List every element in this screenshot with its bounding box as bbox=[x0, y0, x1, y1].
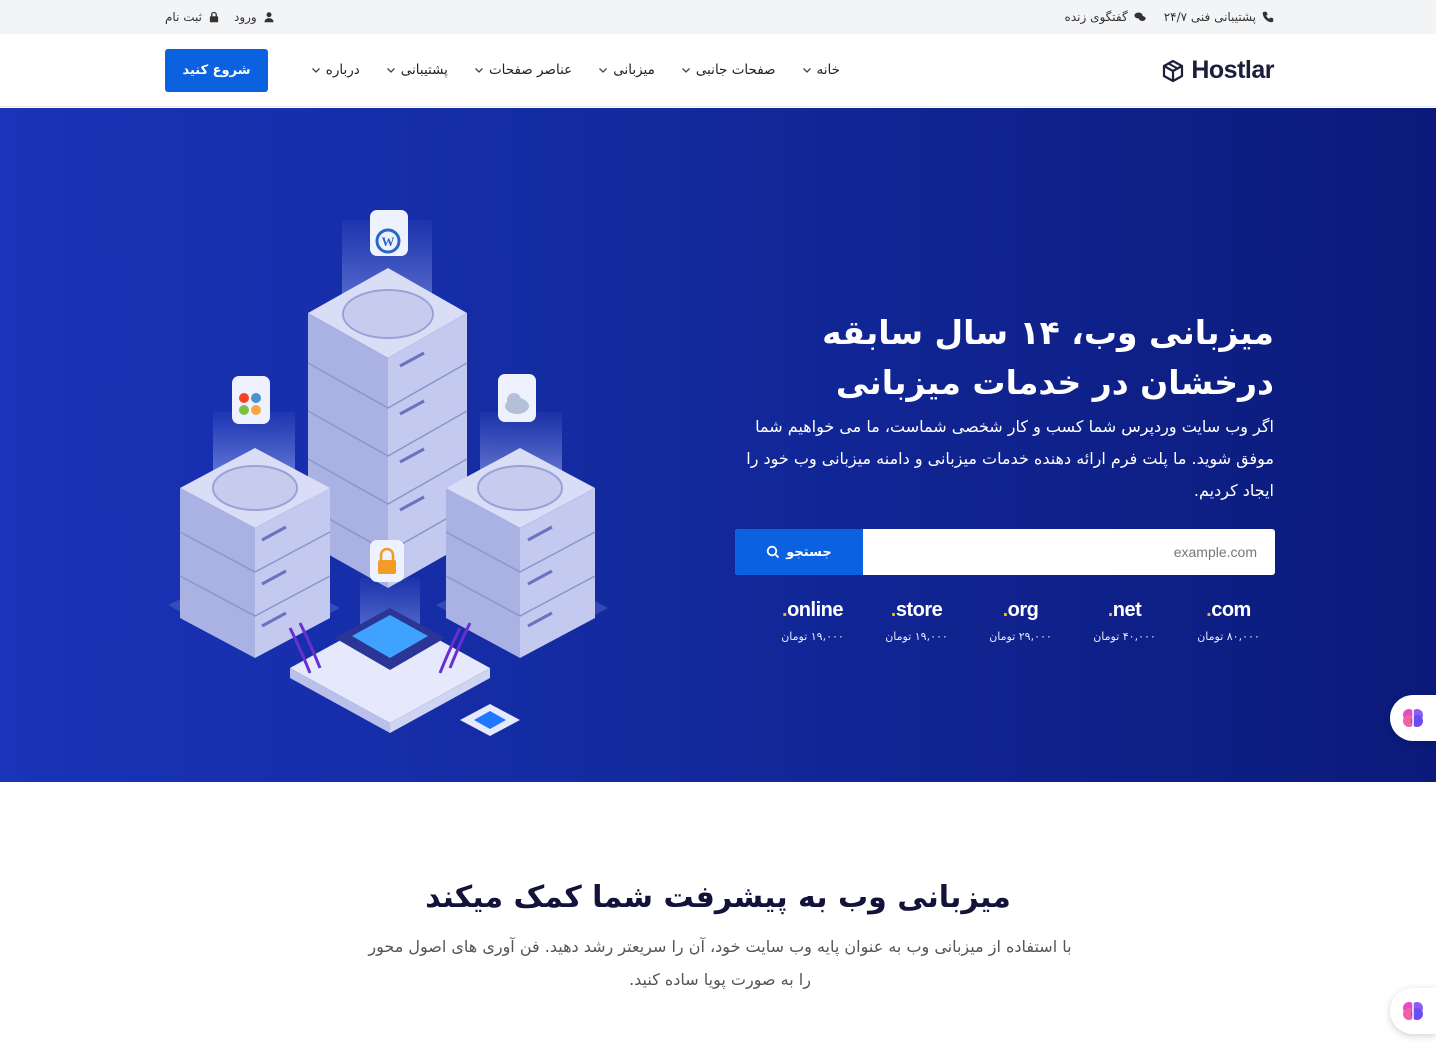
assistant-floating-button[interactable] bbox=[1390, 695, 1436, 741]
domain-price-net[interactable]: .net ۴۰,۰۰۰ تومان bbox=[1089, 599, 1160, 643]
live-chat-label: گفتگوی زنده bbox=[1064, 10, 1128, 24]
menu-item-home[interactable]: خانه bbox=[802, 62, 840, 78]
register-label: ثبت نام bbox=[165, 10, 202, 24]
domain-price-com[interactable]: .com ۸۰,۰۰۰ تومان bbox=[1193, 599, 1264, 643]
cube-logo-icon bbox=[1163, 59, 1184, 82]
register-link[interactable]: ثبت نام bbox=[165, 10, 220, 24]
domain-price: ۸۰,۰۰۰ تومان bbox=[1197, 630, 1260, 643]
section-description: با استفاده از میزبانی وب به عنوان پایه و… bbox=[368, 937, 1072, 989]
hero-title-line2: درخشان در خدمات میزبانی bbox=[835, 363, 1274, 402]
top-bar-contact: پشتیبانی فنی ۲۴/۷ گفتگوی زنده bbox=[1065, 0, 1274, 34]
padlock-icon bbox=[370, 540, 404, 582]
domain-search: جستجو bbox=[735, 529, 1275, 575]
server-tower-left bbox=[179, 448, 331, 658]
chevron-down-icon bbox=[599, 68, 608, 73]
menu-item-about[interactable]: درباره bbox=[311, 62, 360, 78]
main-menu: خانه صفحات جانبی میزبانی عناصر صفحات پشت… bbox=[311, 34, 840, 106]
domain-extension: .net bbox=[1107, 599, 1142, 621]
domain-price-online[interactable]: .online ۱۹,۰۰۰ تومان bbox=[777, 599, 848, 643]
logo-text: Hostlar bbox=[1191, 56, 1274, 84]
support-phone-link[interactable]: پشتیبانی فنی ۲۴/۷ bbox=[1164, 10, 1274, 24]
menu-item-label: عناصر صفحات bbox=[488, 62, 573, 78]
menu-item-label: خانه bbox=[816, 62, 840, 78]
live-chat-link[interactable]: گفتگوی زنده bbox=[1065, 10, 1146, 24]
hero-section: W میزبانی وب، ۱۴ سال سابقه درخشان در خدم… bbox=[0, 108, 1436, 782]
user-icon bbox=[264, 12, 274, 23]
domain-extension: .org bbox=[1002, 599, 1039, 621]
domain-price-list: .com ۸۰,۰۰۰ تومان .net ۴۰,۰۰۰ تومان .org… bbox=[777, 599, 1264, 643]
hero-title-line1: میزبانی وب، ۱۴ سال سابقه bbox=[822, 313, 1274, 352]
phone-icon bbox=[1262, 11, 1274, 23]
menu-item-side-pages[interactable]: صفحات جانبی bbox=[681, 62, 776, 78]
domain-price: ۴۰,۰۰۰ تومان bbox=[1093, 630, 1156, 643]
chevron-down-icon bbox=[681, 68, 690, 73]
chevron-down-icon bbox=[474, 68, 483, 73]
chat-icon bbox=[1134, 12, 1146, 21]
brain-icon bbox=[1403, 1002, 1423, 1020]
menu-item-label: صفحات جانبی bbox=[695, 62, 776, 78]
top-bar-account: ورود ثبت نام bbox=[165, 0, 275, 34]
domain-price: ۱۹,۰۰۰ تومان bbox=[781, 630, 844, 643]
menu-item-page-elements[interactable]: عناصر صفحات bbox=[474, 62, 572, 78]
wordpress-icon: W bbox=[370, 210, 408, 256]
domain-price: ۲۹,۰۰۰ تومان bbox=[989, 630, 1052, 643]
menu-item-label: میزبانی bbox=[613, 62, 655, 78]
chevron-down-icon bbox=[386, 68, 395, 73]
hero-title: میزبانی وب، ۱۴ سال سابقه درخشان در خدمات… bbox=[754, 308, 1274, 408]
chevron-down-icon bbox=[311, 68, 320, 73]
menu-item-label: پشتیبانی bbox=[400, 62, 448, 78]
chevron-down-icon bbox=[802, 68, 811, 73]
search-icon bbox=[767, 545, 780, 559]
login-link[interactable]: ورود bbox=[234, 10, 275, 24]
section-title: میزبانی وب به پیشرفت شما کمک میکند bbox=[425, 880, 1011, 915]
menu-item-hosting[interactable]: میزبانی bbox=[598, 62, 655, 78]
svg-text:W: W bbox=[382, 234, 395, 249]
domain-extension: .com bbox=[1206, 599, 1251, 621]
support-phone-label: پشتیبانی فنی ۲۴/۷ bbox=[1163, 10, 1256, 24]
logo[interactable]: Hostlar bbox=[1161, 56, 1274, 85]
cloud-icon bbox=[498, 374, 536, 422]
lock-icon bbox=[209, 11, 219, 23]
brain-icon bbox=[1403, 709, 1423, 727]
domain-price-store[interactable]: .store ۱۹,۰۰۰ تومان bbox=[881, 599, 952, 643]
domain-search-input[interactable] bbox=[863, 529, 1275, 575]
top-bar: پشتیبانی فنی ۲۴/۷ گفتگوی زنده ورود ثبت ن… bbox=[0, 0, 1436, 34]
main-navbar: Hostlar خانه صفحات جانبی میزبانی عناصر ص… bbox=[0, 34, 1436, 107]
domain-extension: .online bbox=[782, 599, 843, 621]
domain-extension: .store bbox=[890, 599, 943, 621]
menu-item-support[interactable]: پشتیبانی bbox=[386, 62, 448, 78]
get-started-button[interactable]: شروع کنید bbox=[165, 49, 268, 92]
domain-search-button[interactable]: جستجو bbox=[735, 529, 863, 575]
menu-item-label: درباره bbox=[325, 62, 360, 78]
domain-price-org[interactable]: .org ۲۹,۰۰۰ تومان bbox=[985, 599, 1056, 643]
hero-description: اگر وب سایت وردپرس شما کسب و کار شخصی شم… bbox=[746, 417, 1274, 500]
login-label: ورود bbox=[233, 10, 257, 24]
joomla-icon bbox=[232, 376, 270, 424]
assistant-floating-button-secondary[interactable] bbox=[1390, 988, 1436, 1034]
domain-price: ۱۹,۰۰۰ تومان bbox=[885, 630, 948, 643]
search-button-label: جستجو bbox=[786, 544, 832, 560]
